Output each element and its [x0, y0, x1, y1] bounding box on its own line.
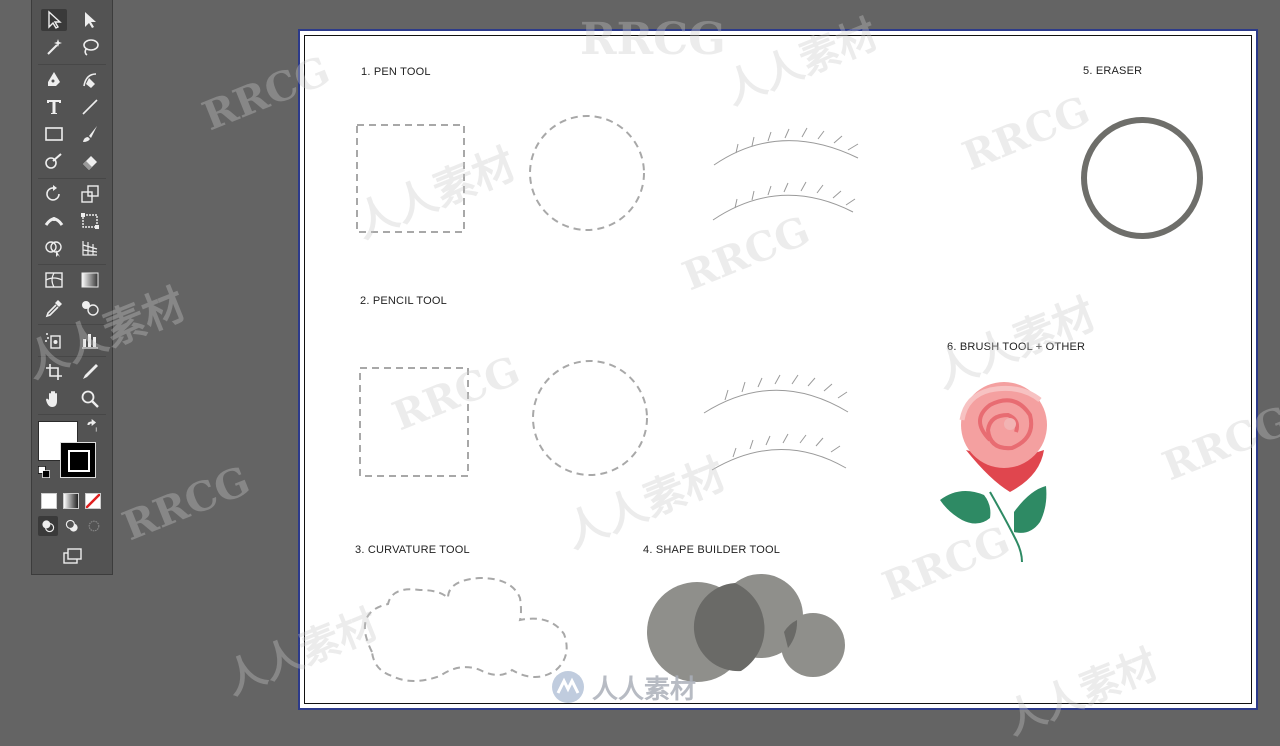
logo-text: 人人素材	[592, 674, 697, 705]
pen-eyelash-bottom	[712, 181, 856, 221]
rose-center	[1004, 418, 1016, 430]
pencil-dashed-circle	[532, 360, 648, 476]
pen-dashed-square	[356, 124, 465, 233]
eraser-gray-ring	[1081, 117, 1203, 239]
watermark-logo: 人人素材	[550, 668, 740, 706]
logo-mark-icon	[552, 671, 584, 703]
rose-leaf-right	[1014, 486, 1047, 533]
pen-dashed-circle	[529, 115, 645, 231]
pen-eyelash-top	[713, 127, 859, 166]
rose-leaf-left	[940, 491, 991, 524]
rose-illustration	[940, 382, 1047, 563]
shape-gray-circle-right	[781, 613, 845, 677]
curvature-dashed-cloud	[363, 576, 568, 682]
pencil-eyelash-bottom	[711, 433, 847, 471]
pencil-eyelash-top	[703, 374, 849, 414]
pencil-dashed-square	[359, 367, 469, 477]
artwork-layer	[356, 115, 1203, 682]
